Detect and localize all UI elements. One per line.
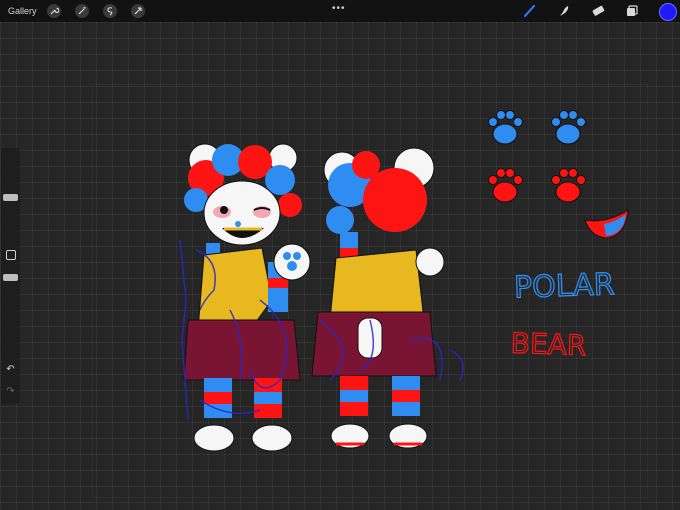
color-picker-swatch[interactable]: [659, 3, 677, 21]
front-character: [183, 143, 311, 452]
artwork: POLAR BEAR: [179, 110, 629, 452]
opacity-slider[interactable]: [3, 274, 18, 281]
redo-icon[interactable]: ↷: [4, 386, 17, 398]
left-sidebar: ↶ ↷: [1, 148, 20, 404]
selection-icon[interactable]: [102, 4, 117, 18]
paw-print-red-2: [551, 168, 586, 203]
paw-print-blue-2: [551, 110, 586, 145]
eraser-icon[interactable]: [590, 3, 606, 19]
paw-prints: [488, 110, 586, 203]
more-options-icon[interactable]: •••: [332, 4, 346, 14]
wrench-icon[interactable]: [46, 4, 61, 18]
paw-print-red-1: [488, 168, 523, 203]
transform-icon[interactable]: [130, 4, 145, 18]
layers-icon[interactable]: [624, 3, 640, 19]
modify-button[interactable]: [6, 250, 16, 260]
bear-text: BEAR: [510, 327, 587, 363]
back-character: [311, 147, 445, 449]
top-toolbar: Gallery •••: [0, 0, 680, 22]
gallery-button[interactable]: Gallery: [8, 6, 37, 16]
paw-print-blue-1: [488, 110, 523, 145]
brush-size-slider[interactable]: [3, 194, 18, 201]
smudge-icon[interactable]: [556, 3, 572, 19]
undo-icon[interactable]: ↶: [4, 364, 17, 376]
brush-icon[interactable]: [522, 3, 538, 19]
magic-wand-icon[interactable]: [74, 4, 89, 18]
polar-text: POLAR: [513, 267, 615, 305]
